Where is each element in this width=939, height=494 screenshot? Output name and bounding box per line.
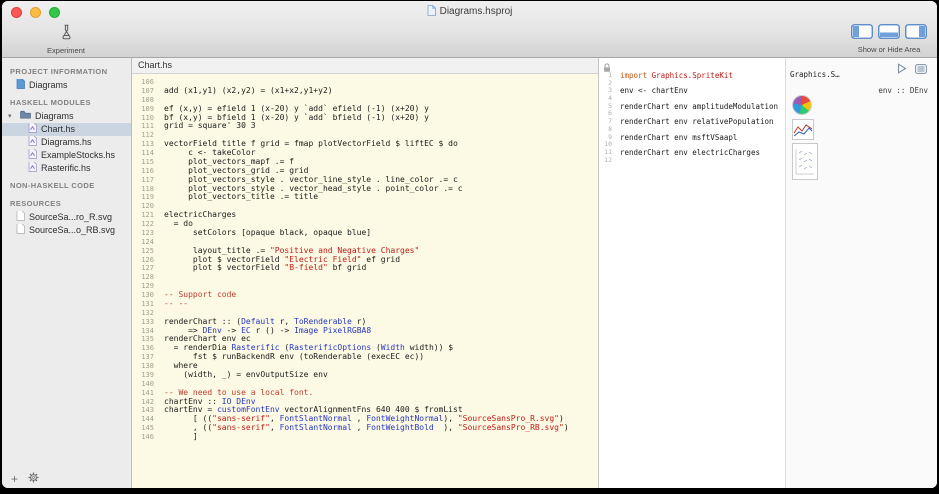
add-file-button[interactable]: + bbox=[11, 473, 18, 485]
app-window: Diagrams.hsproj Experiment bbox=[2, 1, 937, 488]
sidebar-item-examplestocks-hs[interactable]: ExampleStocks.hs bbox=[2, 149, 131, 162]
sidebar-item-diagrams-hs[interactable]: Diagrams.hs bbox=[2, 136, 131, 149]
result-thumbnail-vector-field[interactable] bbox=[792, 143, 818, 185]
result-import-module: Graphics.S… bbox=[790, 70, 840, 79]
haskell-file-icon bbox=[28, 123, 37, 136]
editor-pane: Chart.hs 1061071081091101111121131141151… bbox=[132, 58, 599, 488]
sidebar-folder-diagrams[interactable]: ▾ Diagrams bbox=[2, 110, 131, 123]
project-document-icon bbox=[16, 79, 25, 92]
playground-pane: 123456789101112 import Graphics.SpriteKi… bbox=[599, 58, 937, 488]
flask-icon bbox=[59, 27, 74, 44]
tab-chart-hs[interactable]: Chart.hs bbox=[138, 60, 172, 70]
editor-body: 1061071081091101111121131141151161171181… bbox=[132, 74, 598, 488]
disclosure-triangle-icon[interactable]: ▾ bbox=[8, 110, 16, 123]
sidebar-item-diagrams-project[interactable]: Diagrams bbox=[2, 79, 131, 92]
titlebar[interactable]: Diagrams.hsproj bbox=[2, 1, 937, 22]
folder-icon bbox=[20, 110, 31, 123]
playground-results: Graphics.S… env :: DEnv bbox=[785, 58, 937, 488]
area-toggles-label: Show or Hide Area bbox=[847, 45, 931, 54]
toggle-bottom-pane-button[interactable] bbox=[878, 24, 900, 44]
result-thumbnail-pie-chart[interactable] bbox=[792, 95, 812, 115]
result-env-type: env :: DEnv bbox=[878, 86, 928, 95]
project-sidebar: PROJECT INFORMATION Diagrams HASKELL MOD… bbox=[2, 58, 132, 488]
proxy-document-icon bbox=[427, 5, 436, 19]
run-playground-button[interactable] bbox=[897, 61, 907, 79]
experiment-label: Experiment bbox=[40, 46, 92, 55]
section-haskell-modules: HASKELL MODULES bbox=[2, 96, 131, 110]
area-toggles-group: Show or Hide Area bbox=[847, 24, 931, 54]
editor-tab-bar: Chart.hs bbox=[132, 58, 598, 74]
playground-code[interactable]: import Graphics.SpriteKit env <- chartEn… bbox=[620, 72, 787, 164]
section-project-information: PROJECT INFORMATION bbox=[2, 65, 131, 79]
section-resources: RESOURCES bbox=[2, 197, 131, 211]
toolbar: Experiment Show or Hide Area bbox=[2, 22, 937, 58]
editor-gutter: 1061071081091101111121131141151161171181… bbox=[132, 78, 158, 488]
window-header: Diagrams.hsproj Experiment bbox=[2, 1, 937, 58]
sidebar-item-rasterific-hs[interactable]: Rasterific.hs bbox=[2, 162, 131, 175]
haskell-file-icon bbox=[28, 136, 37, 149]
section-non-haskell-code: NON-HASKELL CODE bbox=[2, 179, 131, 193]
haskell-file-icon bbox=[28, 149, 37, 162]
toggle-right-pane-button[interactable] bbox=[905, 24, 927, 44]
svg-file-icon bbox=[16, 211, 25, 224]
haskell-file-icon bbox=[28, 162, 37, 175]
sidebar-item-sourcesanspro-r-svg[interactable]: SourceSa...ro_R.svg bbox=[2, 211, 131, 224]
toggle-left-pane-button[interactable] bbox=[851, 24, 873, 44]
window-title-group: Diagrams.hsproj bbox=[2, 5, 937, 19]
console-list-icon[interactable] bbox=[915, 61, 927, 79]
main-content: PROJECT INFORMATION Diagrams HASKELL MOD… bbox=[2, 58, 937, 488]
result-thumbnail-line-chart[interactable] bbox=[792, 119, 814, 145]
sidebar-item-chart-hs[interactable]: Chart.hs bbox=[2, 123, 131, 136]
window-title: Diagrams.hsproj bbox=[440, 6, 513, 17]
playground-actions bbox=[897, 61, 927, 79]
playground-gutter: 123456789101112 bbox=[599, 72, 615, 164]
sidebar-bottom-bar: + bbox=[2, 470, 39, 488]
editor-code[interactable]: add (x1,y1) (x2,y2) = (x1+x2,y1+y2) ef (… bbox=[158, 78, 598, 488]
sidebar-item-sourcesanspro-rb-svg[interactable]: SourceSa...o_RB.svg bbox=[2, 224, 131, 237]
svg-file-icon bbox=[16, 224, 25, 237]
gear-icon[interactable] bbox=[28, 470, 39, 488]
experiment-button[interactable]: Experiment bbox=[40, 24, 92, 55]
